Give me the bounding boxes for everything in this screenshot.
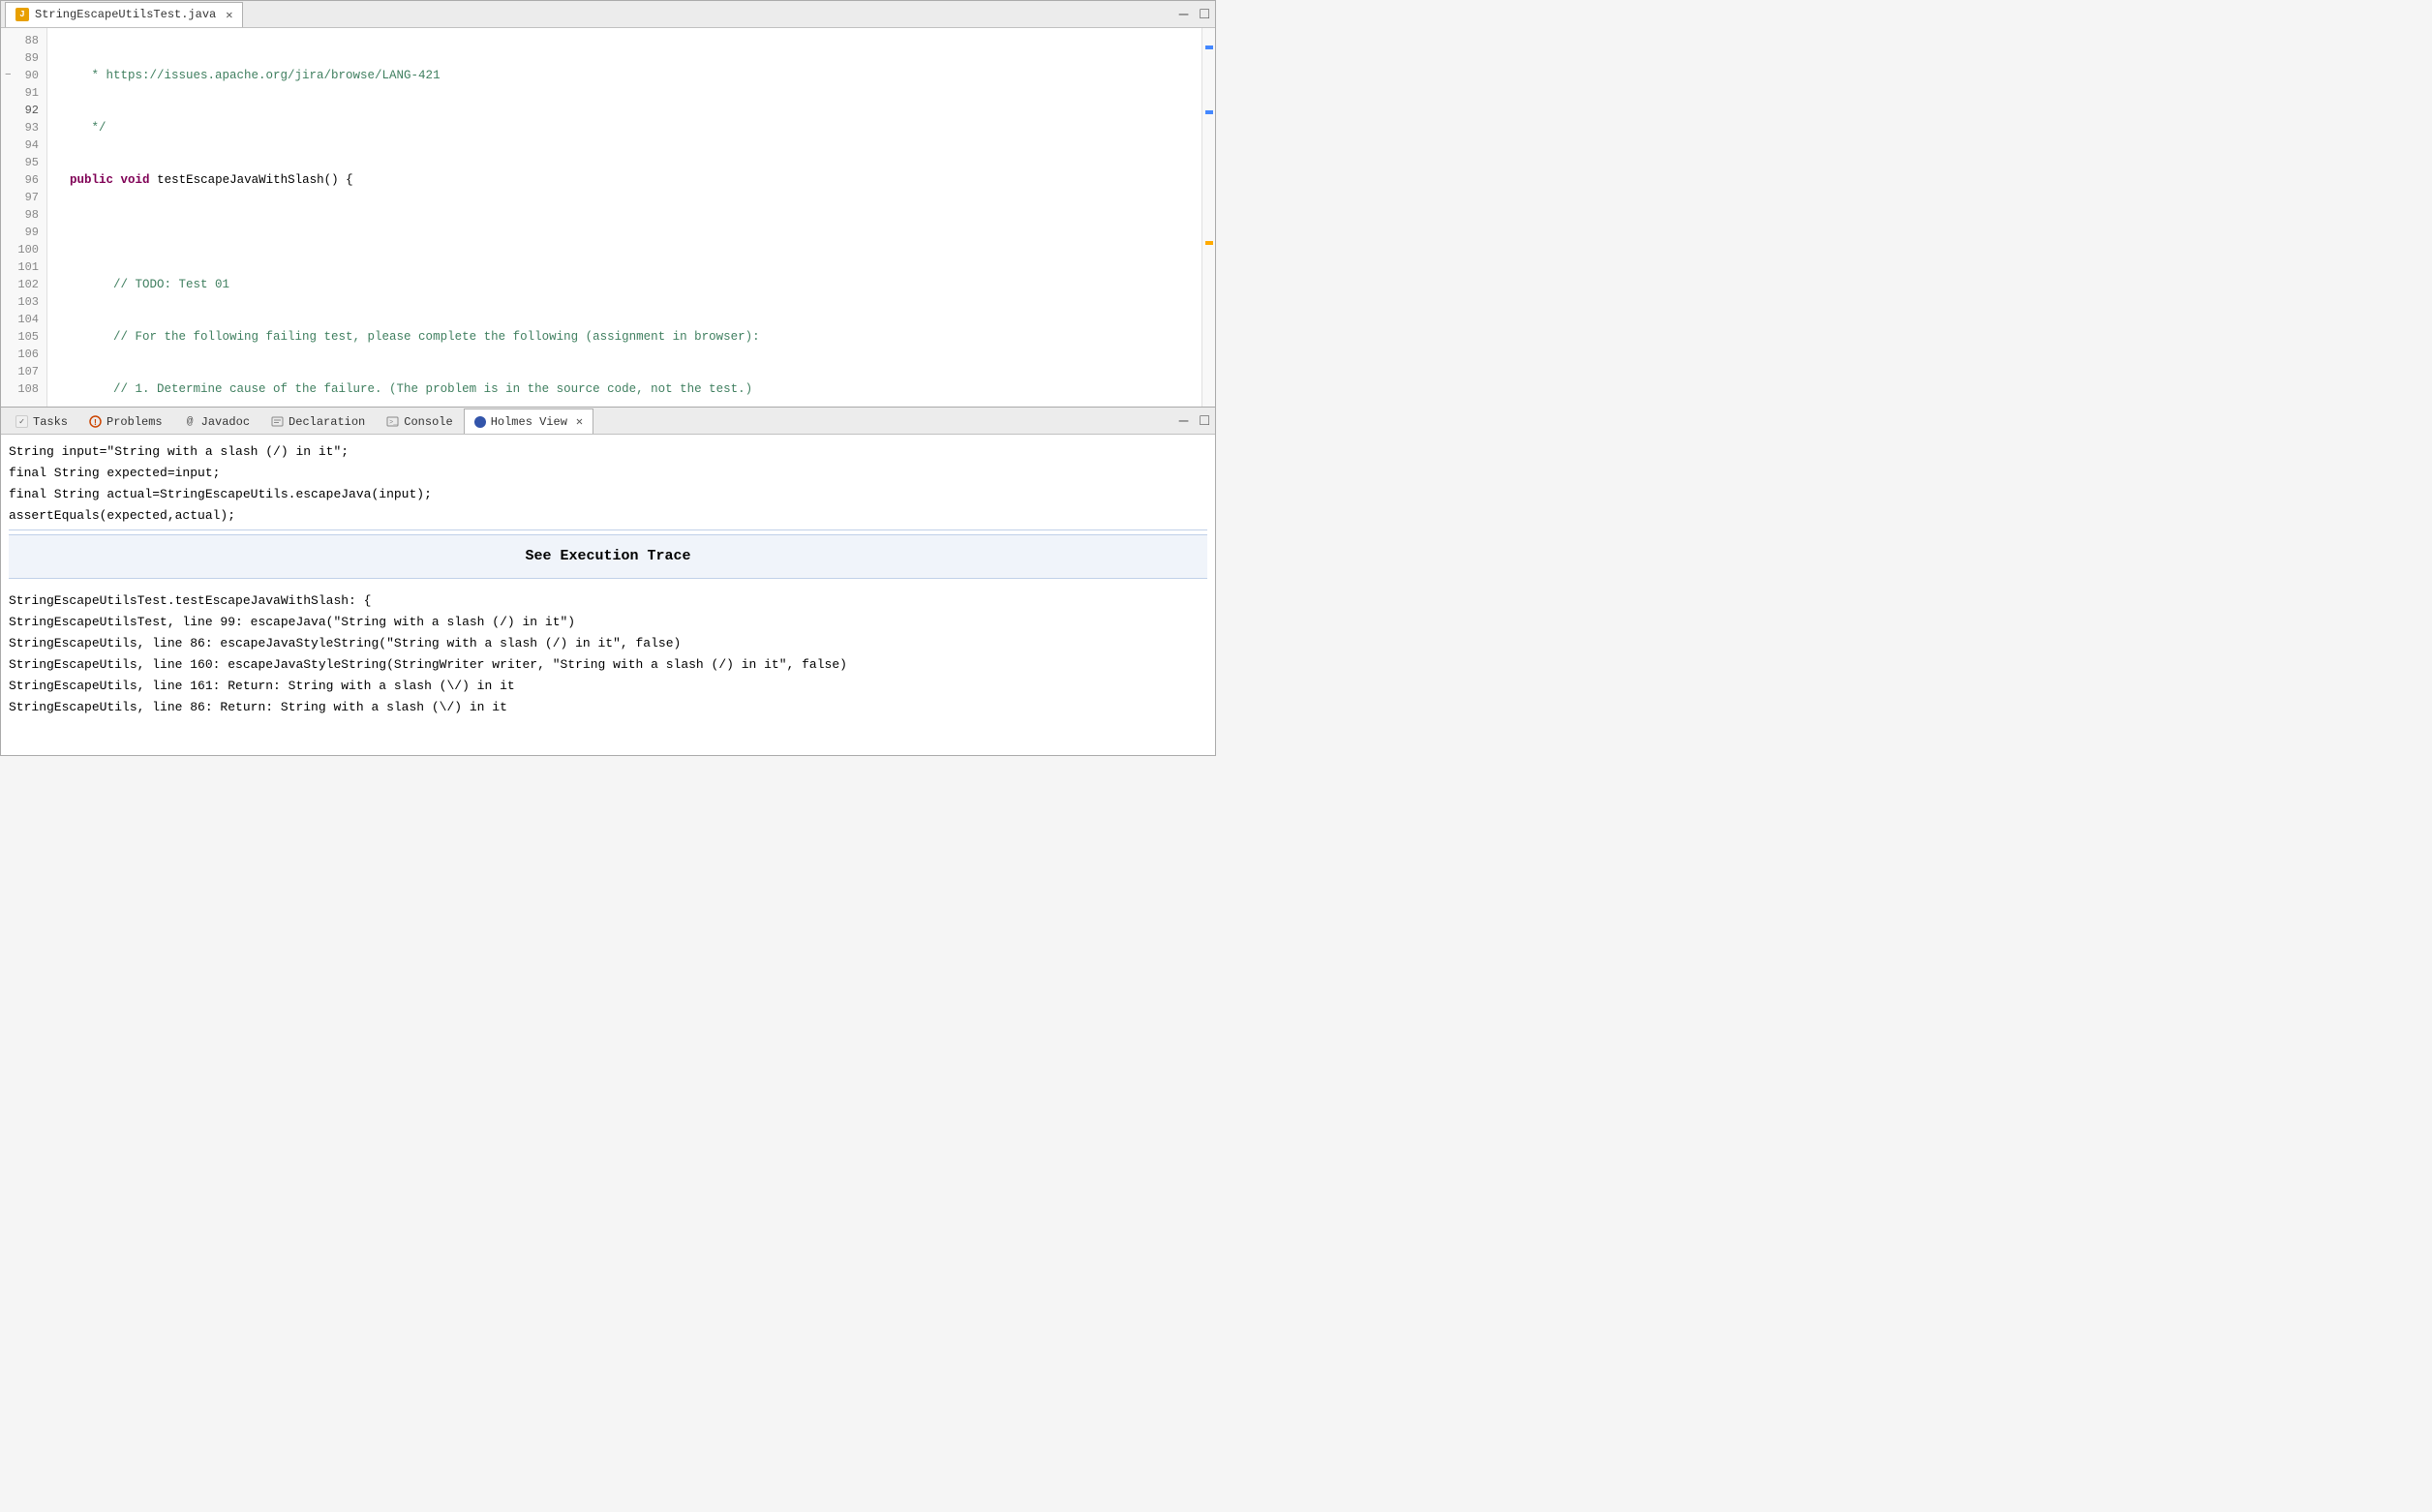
console-icon: >_ [386,415,399,428]
holmes-view-label: Holmes View [491,415,567,429]
tab-list: ✓ Tasks ! Problems @ Javadoc [5,408,593,434]
editor-controls: — □ [1177,6,1211,23]
bottom-tab-bar: ✓ Tasks ! Problems @ Javadoc [1,408,1215,435]
code-line-88: * https://issues.apache.org/jira/browse/… [55,67,1194,84]
editor-tab-close[interactable]: ✕ [226,8,232,22]
tab-declaration[interactable]: Declaration [260,408,376,434]
console-label: Console [404,415,452,429]
line-90: 90 [1,67,46,84]
code-line-94: // 1. Determine cause of the failure. (T… [55,380,1194,398]
line-89: 89 [1,49,46,67]
code-line-93: // For the following failing test, pleas… [55,328,1194,346]
line-105: 105 [1,328,46,346]
code-content[interactable]: * https://issues.apache.org/jira/browse/… [47,28,1201,407]
line-94: 94 [1,136,46,154]
svg-text:!: ! [93,418,98,428]
problems-icon: ! [89,415,102,428]
holmes-view-close[interactable]: ✕ [576,414,583,429]
code-line-91 [55,224,1194,241]
line-100: 100 [1,241,46,258]
tasks-icon: ✓ [15,415,28,428]
code-snippet-line4: assertEquals(expected,actual); [9,506,1207,526]
line-106: 106 [1,346,46,363]
trace-line-6: StringEscapeUtils, line 86: Return: Stri… [9,697,1207,718]
bottom-panel-content[interactable]: String input="String with a slash (/) in… [1,435,1215,755]
code-line-90: public void testEscapeJavaWithSlash() { [55,171,1194,189]
editor-tab-java[interactable]: J StringEscapeUtilsTest.java ✕ [5,2,243,27]
line-97: 97 [1,189,46,206]
declaration-label: Declaration [289,415,365,429]
code-area: 88 89 90 91 92 93 94 95 96 97 98 99 100 … [1,28,1215,407]
see-execution-trace[interactable]: See Execution Trace [9,534,1207,579]
line-95: 95 [1,154,46,171]
editor-tab-label: StringEscapeUtilsTest.java [35,8,216,21]
line-96: 96 [1,171,46,189]
divider-top [9,529,1207,530]
svg-text:>_: >_ [389,419,398,427]
line-numbers: 88 89 90 91 92 93 94 95 96 97 98 99 100 … [1,28,47,407]
trace-line-2: StringEscapeUtilsTest, line 99: escapeJa… [9,612,1207,633]
tab-tasks[interactable]: ✓ Tasks [5,408,78,434]
declaration-icon [271,415,284,428]
blue-marker [1205,45,1213,49]
line-107: 107 [1,363,46,380]
tab-problems[interactable]: ! Problems [78,408,173,434]
bottom-panel: ✓ Tasks ! Problems @ Javadoc [1,408,1215,755]
tab-javadoc[interactable]: @ Javadoc [173,408,260,434]
scrollbar-markers [1201,28,1215,407]
line-104: 104 [1,311,46,328]
trace-line-5: StringEscapeUtils, line 161: Return: Str… [9,676,1207,697]
editor-panel: J StringEscapeUtilsTest.java ✕ — □ 88 89… [1,1,1215,408]
problems-label: Problems [106,415,163,429]
code-snippet-line2: final String expected=input; [9,464,1207,483]
line-92: 92 [1,102,46,119]
code-snippet-line1: String input="String with a slash (/) in… [9,442,1207,462]
tasks-label: Tasks [33,415,68,429]
code-snippet-line3: final String actual=StringEscapeUtils.es… [9,485,1207,504]
javadoc-icon: @ [184,415,197,428]
line-108: 108 [1,380,46,398]
bottom-minimize-btn[interactable]: — [1177,412,1191,430]
trace-line-4: StringEscapeUtils, line 160: escapeJavaS… [9,654,1207,676]
line-99: 99 [1,224,46,241]
line-98: 98 [1,206,46,224]
line-101: 101 [1,258,46,276]
blue-marker-2 [1205,110,1213,114]
holmes-icon [474,416,486,428]
code-line-92: // TODO: Test 01 [55,276,1194,293]
tab-console[interactable]: >_ Console [376,408,463,434]
java-file-icon: J [15,8,29,21]
tab-holmes-view[interactable]: Holmes View ✕ [464,408,593,434]
line-93: 93 [1,119,46,136]
trace-line-3: StringEscapeUtils, line 86: escapeJavaSt… [9,633,1207,654]
maximize-btn[interactable]: □ [1198,6,1211,23]
javadoc-label: Javadoc [201,415,250,429]
line-88: 88 [1,32,46,49]
code-line-89: */ [55,119,1194,136]
bottom-maximize-btn[interactable]: □ [1198,412,1211,430]
editor-tab-bar: J StringEscapeUtilsTest.java ✕ — □ [1,1,1215,28]
minimize-btn[interactable]: — [1177,6,1191,23]
trace-line-1: StringEscapeUtilsTest.testEscapeJavaWith… [9,590,1207,612]
line-91: 91 [1,84,46,102]
line-103: 103 [1,293,46,311]
bottom-panel-controls: — □ [1177,412,1211,430]
trace-content: StringEscapeUtilsTest.testEscapeJavaWith… [9,583,1207,718]
orange-marker [1205,241,1213,245]
line-102: 102 [1,276,46,293]
